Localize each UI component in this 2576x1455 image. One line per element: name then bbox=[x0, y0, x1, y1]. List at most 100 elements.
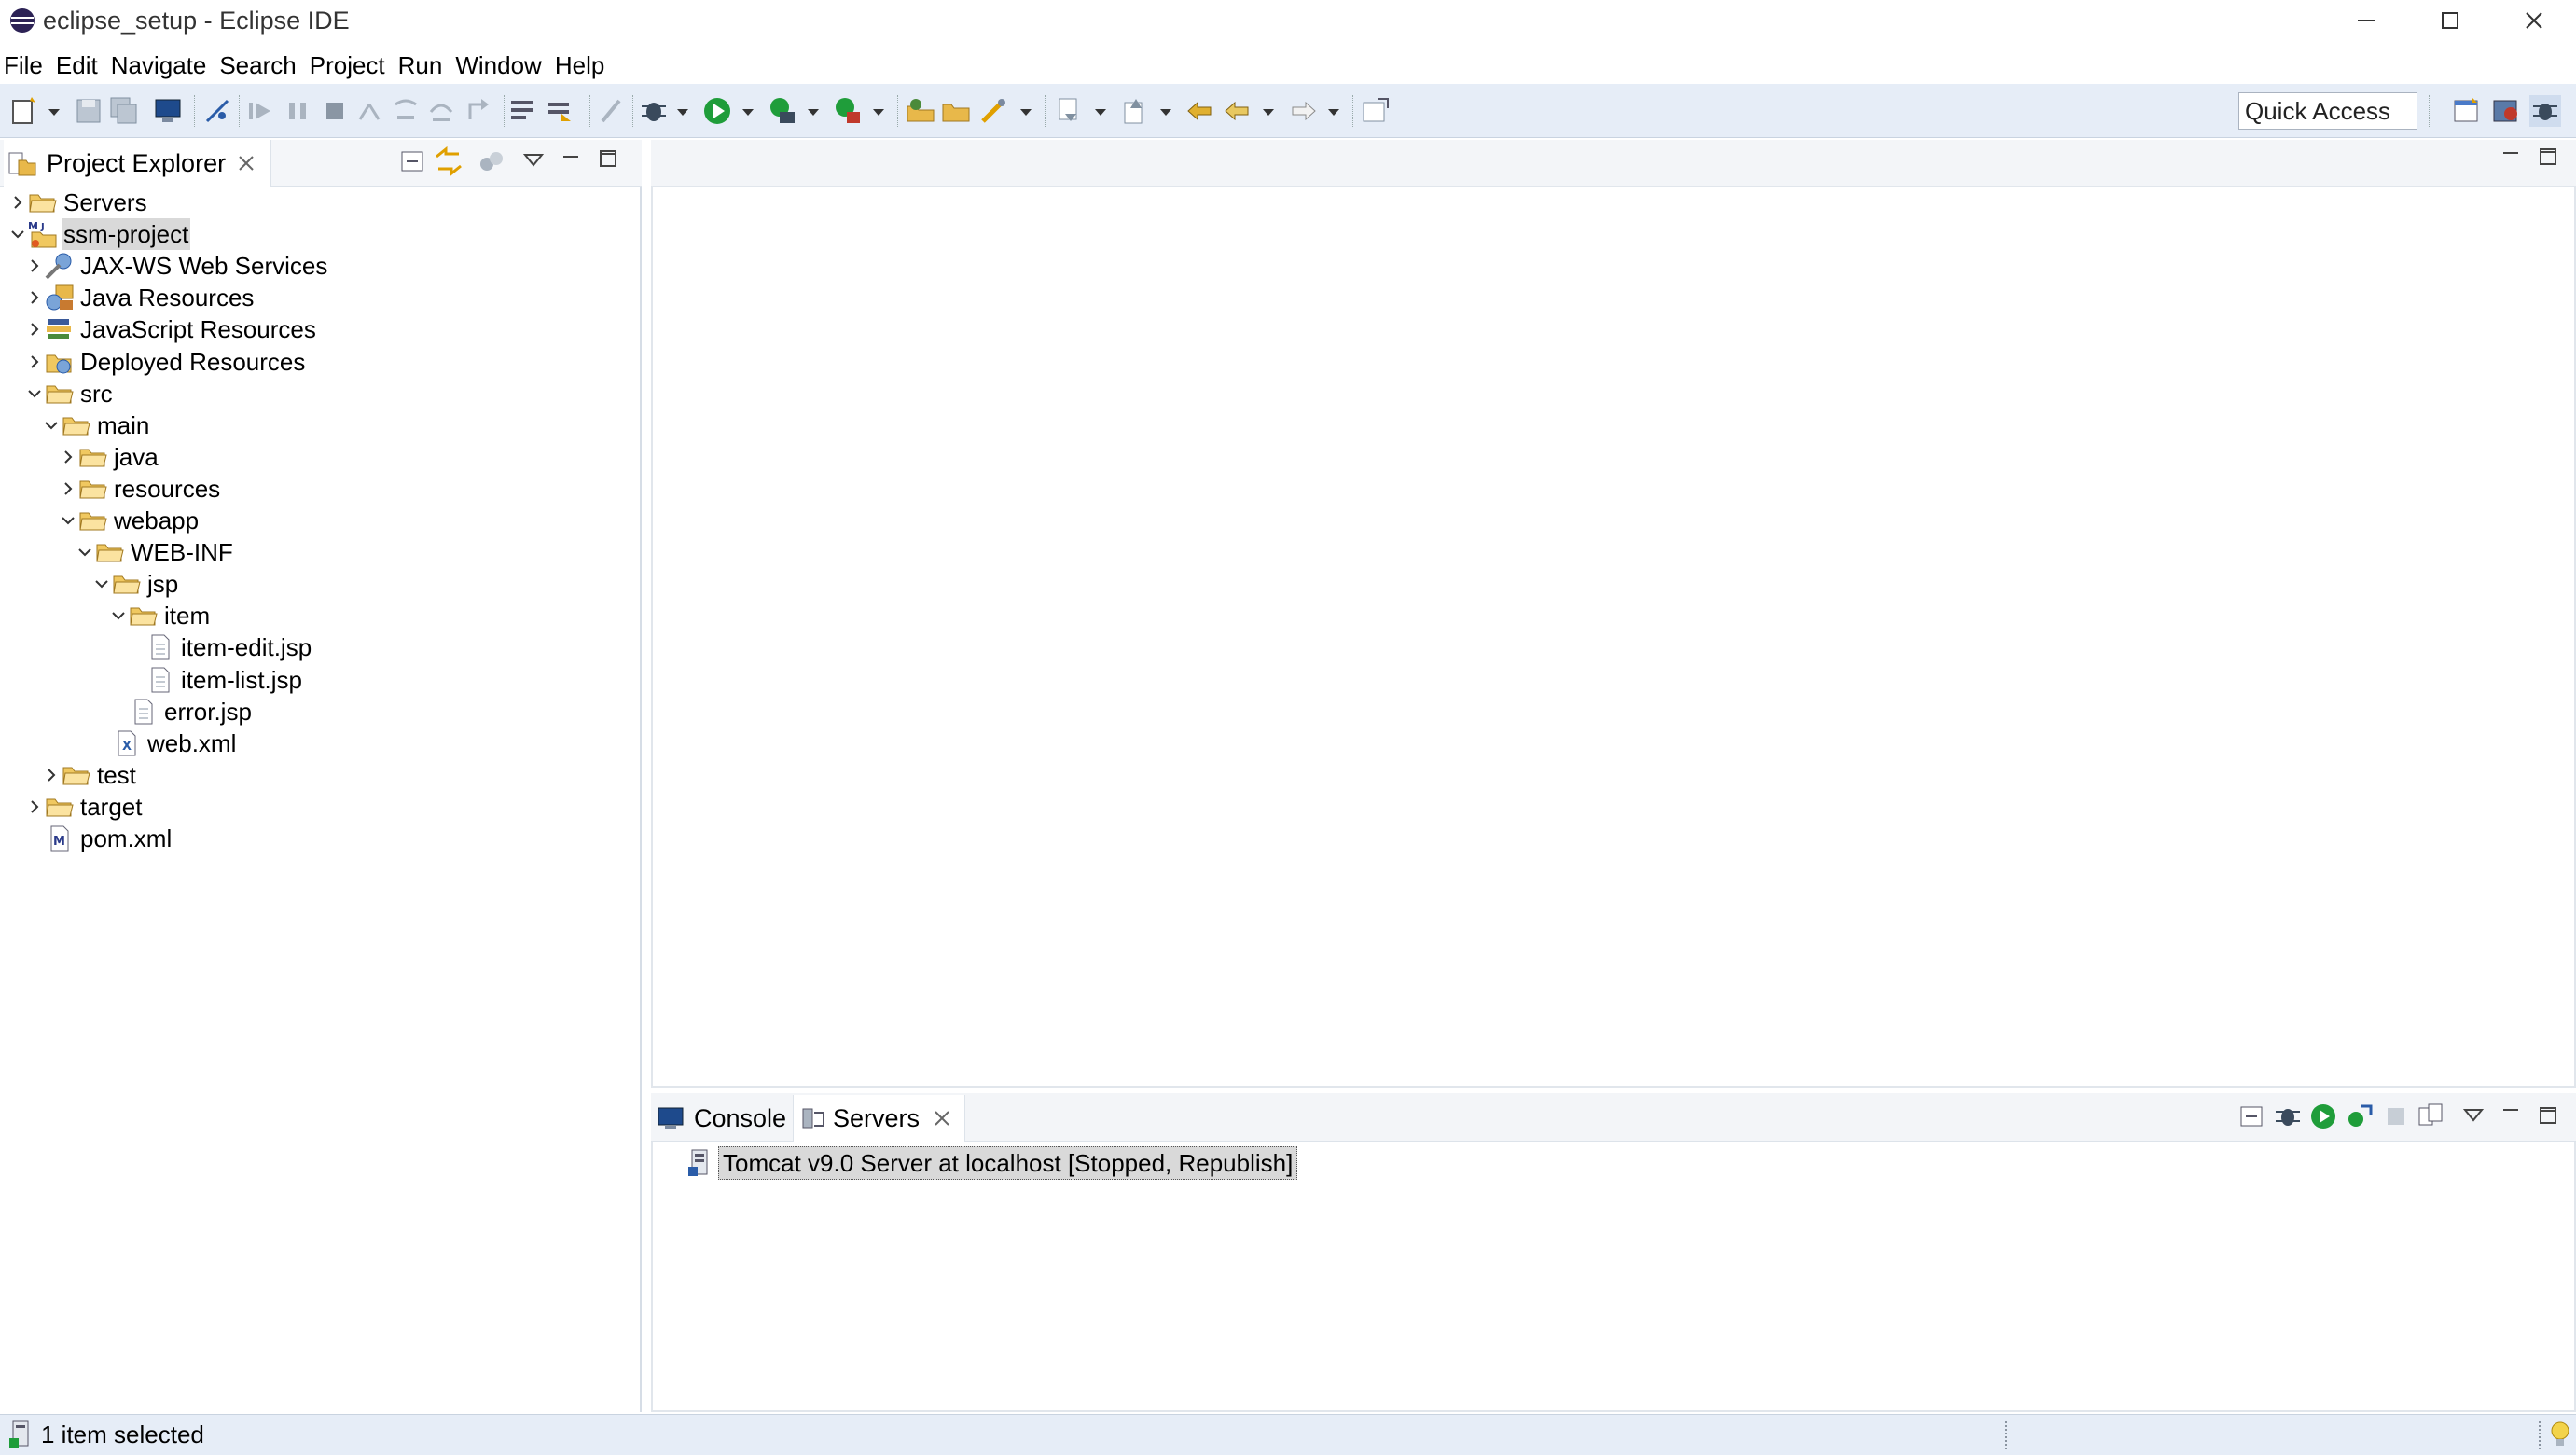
search-dropdown-icon[interactable] bbox=[1020, 109, 1032, 116]
close-icon[interactable] bbox=[237, 154, 256, 173]
terminate-icon[interactable] bbox=[319, 95, 351, 127]
search-pen-icon[interactable] bbox=[977, 95, 1009, 127]
debug-perspective-icon[interactable] bbox=[2529, 95, 2561, 127]
disconnect-icon[interactable] bbox=[354, 95, 386, 127]
run-dropdown-icon[interactable] bbox=[742, 109, 754, 116]
tree-item[interactable]: Mpom.xml bbox=[24, 823, 173, 854]
chevron-down-icon[interactable] bbox=[41, 409, 62, 441]
publish-icon[interactable] bbox=[2416, 1101, 2445, 1135]
chevron-down-icon[interactable] bbox=[24, 378, 45, 409]
tree-item[interactable]: webapp bbox=[58, 505, 201, 536]
pin-editor-icon[interactable] bbox=[1360, 95, 1392, 127]
tree-item[interactable]: Java Resources bbox=[24, 282, 256, 313]
previous-annotation-icon[interactable] bbox=[1119, 95, 1151, 127]
java-ee-perspective-icon[interactable] bbox=[2490, 95, 2522, 127]
chevron-down-icon[interactable] bbox=[108, 600, 129, 631]
open-type-icon[interactable] bbox=[545, 95, 576, 127]
close-icon[interactable] bbox=[933, 1109, 951, 1128]
last-edit-location-icon[interactable] bbox=[1184, 95, 1216, 127]
external-tools-dropdown-icon[interactable] bbox=[873, 109, 884, 116]
editor-minimize-icon[interactable] bbox=[2500, 144, 2522, 171]
tree-item[interactable]: test bbox=[41, 759, 138, 791]
forward-icon[interactable] bbox=[1287, 95, 1319, 127]
maximize-view-icon[interactable] bbox=[597, 147, 619, 174]
menu-search[interactable]: Search bbox=[213, 47, 302, 84]
debug-dropdown-icon[interactable] bbox=[677, 109, 688, 116]
chevron-right-icon[interactable] bbox=[24, 282, 45, 313]
open-folder-icon[interactable] bbox=[940, 95, 972, 127]
next-annotation-dropdown-icon[interactable] bbox=[1095, 109, 1106, 116]
previous-annotation-dropdown-icon[interactable] bbox=[1160, 109, 1171, 116]
use-step-filters-icon[interactable] bbox=[507, 95, 539, 127]
menu-window[interactable]: Window bbox=[449, 47, 547, 84]
start-server-icon[interactable] bbox=[2309, 1102, 2337, 1135]
tree-item[interactable]: JAX-WS Web Services bbox=[24, 250, 329, 282]
view-menu-icon[interactable] bbox=[2462, 1104, 2485, 1131]
save-all-icon[interactable] bbox=[108, 95, 140, 127]
chevron-right-icon[interactable] bbox=[58, 441, 78, 473]
chevron-right-icon[interactable] bbox=[24, 250, 45, 282]
editor-maximize-icon[interactable] bbox=[2537, 146, 2559, 173]
chevron-right-icon[interactable] bbox=[24, 791, 45, 823]
lightbulb-icon[interactable] bbox=[2548, 1420, 2572, 1454]
menu-navigate[interactable]: Navigate bbox=[104, 47, 214, 84]
chevron-right-icon[interactable] bbox=[58, 473, 78, 505]
run-icon[interactable] bbox=[701, 95, 733, 127]
step-over-icon[interactable] bbox=[425, 95, 457, 127]
tree-item[interactable]: target bbox=[24, 791, 145, 823]
collapse-all-icon[interactable] bbox=[2238, 1102, 2266, 1135]
quick-access-field[interactable]: Quick Access bbox=[2238, 92, 2417, 130]
maximize-view-icon[interactable] bbox=[2537, 1104, 2559, 1131]
menu-file[interactable]: File bbox=[0, 47, 49, 84]
view-menu-icon[interactable] bbox=[522, 149, 545, 176]
step-return-icon[interactable] bbox=[463, 95, 494, 127]
debug-server-icon[interactable] bbox=[2274, 1102, 2302, 1135]
back-dropdown-icon[interactable] bbox=[1263, 109, 1274, 116]
new-java-package-icon[interactable] bbox=[905, 95, 936, 127]
editor-area[interactable] bbox=[651, 140, 2576, 1088]
tab-console[interactable]: Console bbox=[657, 1095, 786, 1142]
forward-dropdown-icon[interactable] bbox=[1328, 109, 1339, 116]
tree-item[interactable]: Xweb.xml bbox=[91, 728, 238, 759]
terminal-icon[interactable] bbox=[153, 95, 185, 127]
coverage-dropdown-icon[interactable] bbox=[808, 109, 819, 116]
server-list-item[interactable]: Tomcat v9.0 Server at localhost [Stopped… bbox=[686, 1145, 1298, 1181]
menu-project[interactable]: Project bbox=[303, 47, 392, 84]
minimize-view-icon[interactable] bbox=[560, 147, 582, 174]
chevron-down-icon[interactable] bbox=[7, 218, 28, 250]
tree-item[interactable]: Deployed Resources bbox=[24, 346, 307, 378]
tree-item[interactable]: item-edit.jsp bbox=[125, 631, 313, 663]
tree-item[interactable]: JavaScript Resources bbox=[24, 313, 318, 345]
chevron-right-icon[interactable] bbox=[24, 313, 45, 345]
tree-item[interactable]: src bbox=[24, 378, 115, 409]
profile-server-icon[interactable] bbox=[2345, 1102, 2373, 1135]
debug-icon[interactable] bbox=[638, 95, 670, 127]
menu-help[interactable]: Help bbox=[548, 47, 611, 84]
chevron-down-icon[interactable] bbox=[75, 536, 95, 568]
suspend-icon[interactable] bbox=[282, 95, 313, 127]
tree-item[interactable]: jsp bbox=[91, 568, 180, 600]
stop-server-icon[interactable] bbox=[2382, 1102, 2410, 1135]
tree-item[interactable]: M Jssm-project bbox=[7, 218, 191, 251]
open-perspective-icon[interactable] bbox=[2451, 95, 2483, 127]
close-button[interactable] bbox=[2492, 0, 2576, 41]
tree-item[interactable]: java bbox=[58, 441, 160, 473]
next-annotation-icon[interactable] bbox=[1054, 95, 1086, 127]
chevron-down-icon[interactable] bbox=[91, 568, 112, 600]
filters-icon[interactable] bbox=[478, 147, 506, 180]
tree-item[interactable]: main bbox=[41, 409, 151, 441]
minimize-button[interactable] bbox=[2324, 0, 2408, 41]
collapse-all-icon[interactable] bbox=[399, 147, 427, 180]
tree-item[interactable]: item-list.jsp bbox=[125, 664, 304, 696]
annotation-icon[interactable] bbox=[595, 95, 627, 127]
external-tools-icon[interactable] bbox=[832, 95, 864, 127]
back-icon[interactable] bbox=[1222, 95, 1253, 127]
new-dropdown-icon[interactable] bbox=[48, 109, 60, 116]
resume-icon[interactable] bbox=[244, 95, 276, 127]
menu-edit[interactable]: Edit bbox=[49, 47, 104, 84]
tree-item[interactable]: item bbox=[108, 600, 212, 631]
step-into-icon[interactable] bbox=[390, 95, 422, 127]
skip-breakpoints-icon[interactable] bbox=[201, 95, 233, 127]
new-wizard-icon[interactable] bbox=[9, 95, 41, 127]
coverage-icon[interactable] bbox=[767, 95, 798, 127]
